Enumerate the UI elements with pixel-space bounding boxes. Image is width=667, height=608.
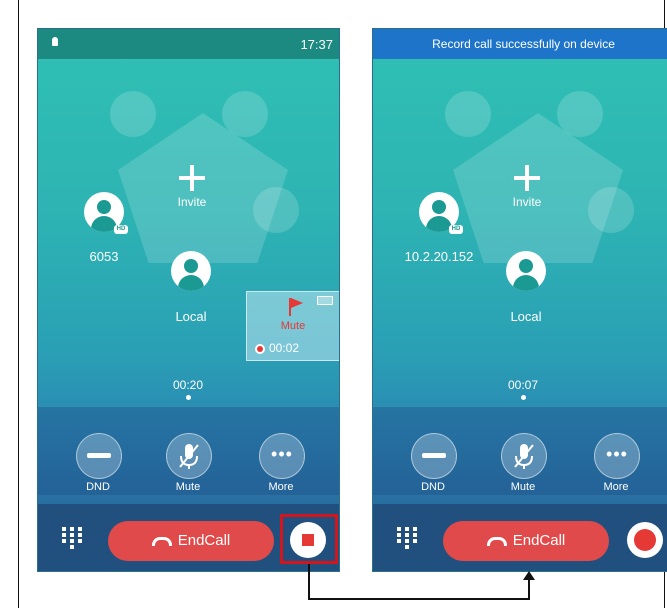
end-call-button[interactable]: EndCall	[108, 521, 274, 561]
mute-status-label: Mute	[280, 320, 306, 332]
phone-screen-recording: 17:37 Invite HD 6053 Local Mute 00:02 00…	[37, 28, 340, 572]
minus-icon	[87, 453, 111, 458]
end-call-label: EndCall	[512, 532, 566, 549]
call-timer: 00:07	[507, 378, 539, 392]
mute-label: Mute	[510, 481, 536, 493]
person-avatar-icon	[97, 200, 111, 214]
empty-slot[interactable]	[557, 91, 603, 137]
person-avatar-icon	[432, 200, 446, 214]
person-avatar-icon	[184, 259, 198, 273]
more-label: More	[603, 481, 629, 493]
participant-avatar-local[interactable]	[506, 251, 546, 291]
left-border-line	[18, 0, 19, 608]
handset-icon	[151, 536, 172, 546]
record-success-banner: Record call successfully on device	[432, 37, 615, 51]
person-avatar-icon	[519, 259, 533, 273]
mute-label: Mute	[175, 481, 201, 493]
dnd-button[interactable]	[76, 433, 122, 479]
start-record-button[interactable]	[627, 522, 663, 558]
keypad-icon[interactable]	[397, 527, 417, 549]
status-time: 17:37	[300, 37, 333, 52]
more-button[interactable]: •••	[259, 433, 305, 479]
mute-button[interactable]	[501, 433, 547, 479]
page-indicator	[521, 395, 526, 400]
plus-icon[interactable]	[514, 165, 540, 191]
handset-icon	[486, 536, 507, 546]
record-timer: 00:02	[269, 341, 300, 355]
participant-local-label: Local	[510, 309, 542, 324]
connector-line	[308, 598, 530, 600]
connector-line	[528, 578, 530, 600]
invite-label[interactable]: Invite	[497, 195, 557, 209]
empty-slot[interactable]	[222, 91, 268, 137]
battery-icon	[317, 296, 333, 305]
participant-avatar-local[interactable]	[171, 251, 211, 291]
muted-mic-icon	[514, 444, 534, 469]
minus-icon	[422, 453, 446, 458]
arrow-up-icon	[523, 571, 535, 580]
phone-screen-recorded: Record call successfully on device Invit…	[372, 28, 667, 572]
keypad-icon[interactable]	[62, 527, 82, 549]
participant-remote-label: 6053	[89, 249, 119, 264]
empty-slot[interactable]	[588, 187, 634, 233]
more-label: More	[268, 481, 294, 493]
participant-local-label: Local	[175, 309, 207, 324]
dnd-label: DND	[86, 481, 110, 493]
status-bar: 17:37	[38, 29, 339, 59]
status-bar: Record call successfully on device	[373, 29, 667, 59]
hd-badge: HD	[449, 225, 463, 234]
dnd-label: DND	[421, 481, 445, 493]
ellipsis-icon: •••	[606, 444, 628, 464]
invite-label[interactable]: Invite	[162, 195, 222, 209]
ellipsis-icon: •••	[271, 444, 293, 464]
empty-slot[interactable]	[253, 187, 299, 233]
plus-icon[interactable]	[179, 165, 205, 191]
muted-mic-icon	[179, 444, 199, 469]
end-call-button[interactable]: EndCall	[443, 521, 609, 561]
connector-line	[308, 564, 310, 600]
empty-slot[interactable]	[445, 91, 491, 137]
page-indicator	[186, 395, 191, 400]
more-button[interactable]: •••	[594, 433, 640, 479]
lock-icon	[52, 37, 58, 46]
participant-remote-label: 10.2.20.152	[404, 249, 474, 264]
record-dot-icon	[255, 344, 265, 354]
call-timer: 00:20	[172, 378, 204, 392]
stop-record-highlight-box	[280, 514, 338, 564]
empty-slot[interactable]	[110, 91, 156, 137]
local-video-card[interactable]: Mute 00:02	[246, 291, 339, 361]
mute-button[interactable]	[166, 433, 212, 479]
end-call-label: EndCall	[177, 532, 231, 549]
dnd-button[interactable]	[411, 433, 457, 479]
hd-badge: HD	[114, 225, 128, 234]
